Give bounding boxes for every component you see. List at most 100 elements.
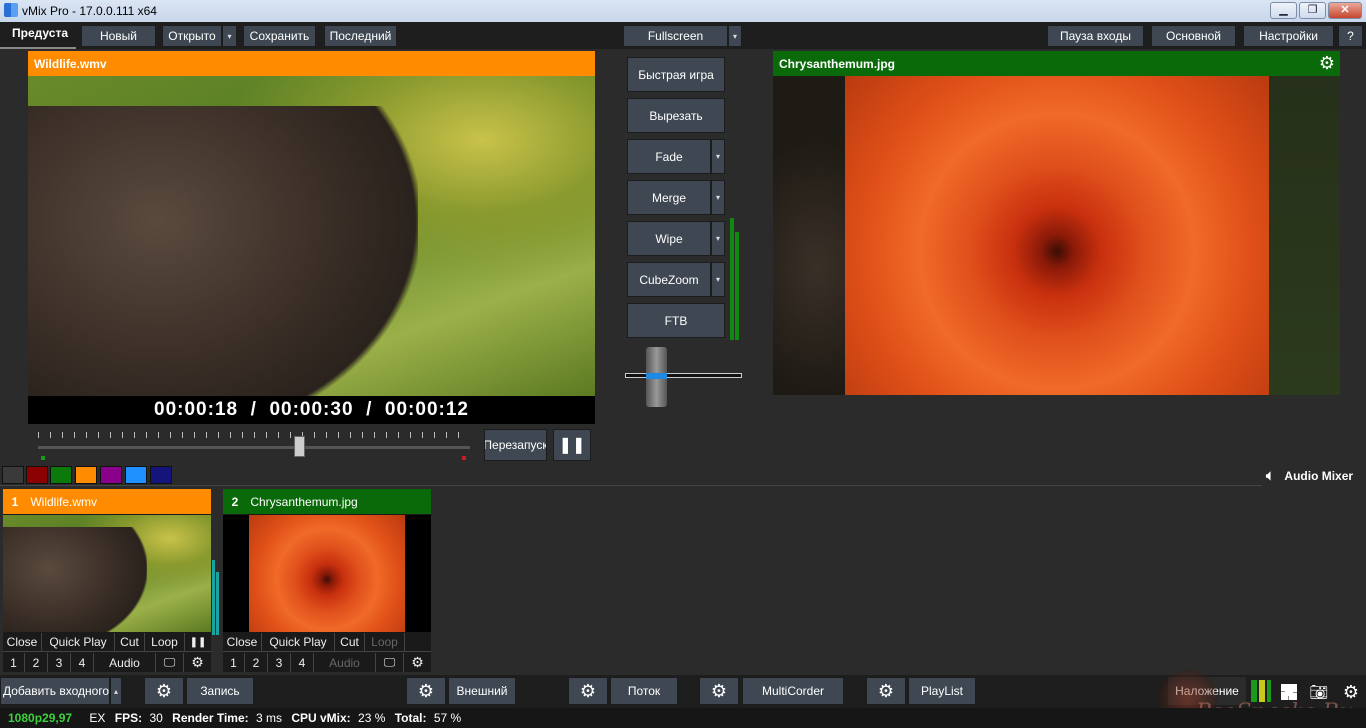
color-tag-blue[interactable]	[125, 466, 147, 484]
input-1-quick-play-button[interactable]: Quick Play	[42, 633, 115, 651]
stream-button[interactable]: Поток	[610, 677, 678, 705]
input-2-empty-slot	[405, 633, 431, 651]
seek-bar[interactable]	[38, 432, 470, 460]
fullscreen-dropdown-icon[interactable]: ▾	[728, 25, 742, 47]
input-2-overlay-1-button[interactable]: 1	[223, 653, 245, 672]
settings-button[interactable]: Настройки	[1243, 25, 1334, 47]
color-tag-purple[interactable]	[100, 466, 122, 484]
input-1-audio-button[interactable]: Audio	[94, 653, 156, 672]
wipe-button[interactable]: Wipe	[627, 221, 711, 256]
playlist-button[interactable]: PlayList	[908, 677, 976, 705]
output-settings-gear-icon[interactable]: ⚙	[1316, 52, 1338, 74]
speaker-icon: 🔈︎	[1266, 467, 1275, 483]
input-2-thumbnail[interactable]	[223, 515, 431, 632]
wipe-dropdown-icon[interactable]: ▾	[711, 221, 725, 256]
input-2-overlay-4-button[interactable]: 4	[291, 653, 314, 672]
restore-button[interactable]: ❐	[1299, 2, 1326, 19]
format-indicator[interactable]: 1080p29,97	[8, 711, 72, 725]
main-button[interactable]: Основной	[1151, 25, 1236, 47]
input-1-overlay-4-button[interactable]: 4	[71, 653, 94, 672]
preview-header: Wildlife.wmv	[28, 51, 595, 76]
input-2-overlay-2-button[interactable]: 2	[245, 653, 268, 672]
seek-track	[38, 446, 470, 449]
in-marker	[41, 456, 45, 460]
input-2-gear-icon[interactable]: ⚙	[404, 653, 431, 672]
input-1-audio-meter-right	[216, 572, 219, 635]
add-input-dropdown-icon[interactable]: ▴	[110, 677, 122, 705]
input-2-header: 2 Chrysanthemum.jpg	[223, 489, 431, 514]
color-tag-none[interactable]	[2, 466, 24, 484]
input-2-quick-play-button[interactable]: Quick Play	[262, 633, 335, 651]
input-2-close-button[interactable]: Close	[223, 633, 262, 651]
save-button[interactable]: Сохранить	[243, 25, 316, 47]
minimize-button[interactable]: ▁	[1270, 2, 1297, 19]
record-button[interactable]: Запись	[186, 677, 254, 705]
merge-button[interactable]: Merge	[627, 180, 711, 215]
fps-value: 30	[149, 711, 163, 725]
new-button[interactable]: Новый	[81, 25, 156, 47]
stream-settings-gear-icon[interactable]: ⚙	[568, 677, 608, 705]
open-dropdown-icon[interactable]: ▾	[222, 25, 237, 47]
pause-inputs-button[interactable]: Пауза входы	[1047, 25, 1144, 47]
external-button[interactable]: Внешний	[448, 677, 516, 705]
title-bar: vMix Pro - 17.0.0.111 x64 ▁ ❐ ✕	[0, 0, 1366, 22]
cubezoom-button[interactable]: CubeZoom	[627, 262, 711, 297]
input-1-overlay-1-button[interactable]: 1	[3, 653, 25, 672]
input-1-thumbnail[interactable]	[3, 515, 211, 632]
fullscreen-button[interactable]: Fullscreen	[623, 25, 728, 47]
ftb-button[interactable]: FTB	[627, 303, 725, 338]
restart-button[interactable]: Перезапуск	[484, 429, 547, 461]
multicorder-settings-gear-icon[interactable]: ⚙	[699, 677, 739, 705]
input-2-overlay-3-button[interactable]: 3	[268, 653, 291, 672]
input-2-cut-button[interactable]: Cut	[335, 633, 365, 651]
status-bar: 1080p29,97 EX FPS: 30 Render Time: 3 ms …	[0, 708, 1366, 728]
input-1-pause-button[interactable]: ❚❚	[185, 633, 211, 651]
cpu-label: CPU vMix:	[291, 711, 351, 725]
help-button[interactable]: ?	[1338, 25, 1363, 47]
close-button[interactable]: ✕	[1328, 2, 1362, 19]
multiview-grid-icon[interactable]	[1279, 682, 1299, 702]
quick-play-button[interactable]: Быстрая игра	[627, 57, 725, 92]
input-1-monitor-icon[interactable]: 🖵︎	[156, 653, 184, 672]
input-2-audio-button[interactable]: Audio	[314, 653, 376, 672]
input-1-overlay-2-button[interactable]: 2	[25, 653, 48, 672]
color-tag-navy[interactable]	[150, 466, 172, 484]
input-card-2[interactable]: 2 Chrysanthemum.jpg Close Quick Play Cut…	[223, 489, 431, 672]
color-tag-red[interactable]	[26, 466, 48, 484]
multicorder-button[interactable]: MultiCorder	[742, 677, 844, 705]
playlist-settings-gear-icon[interactable]: ⚙	[866, 677, 906, 705]
input-2-loop-button[interactable]: Loop	[365, 633, 405, 651]
fade-button[interactable]: Fade	[627, 139, 711, 174]
input-1-loop-button[interactable]: Loop	[145, 633, 185, 651]
fade-dropdown-icon[interactable]: ▾	[711, 139, 725, 174]
merge-dropdown-icon[interactable]: ▾	[711, 180, 725, 215]
timecode: 00:00:18 / 00:00:30 / 00:00:12	[154, 399, 469, 420]
cubezoom-dropdown-icon[interactable]: ▾	[711, 262, 725, 297]
input-1-overlay-3-button[interactable]: 3	[48, 653, 71, 672]
input-1-cut-button[interactable]: Cut	[115, 633, 145, 651]
tab-preview[interactable]: Предуста	[0, 22, 76, 49]
audio-mixer-button[interactable]: 🔈︎ Audio Mixer	[1262, 465, 1366, 486]
render-value: 3 ms	[255, 711, 282, 725]
input-1-gear-icon[interactable]: ⚙	[184, 653, 211, 672]
output-video[interactable]	[773, 76, 1340, 395]
render-label: Render Time:	[172, 711, 249, 725]
input-2-monitor-icon[interactable]: 🖵︎	[376, 653, 404, 672]
input-1-close-button[interactable]: Close	[3, 633, 42, 651]
tbar-indicator	[646, 373, 667, 379]
color-tag-orange[interactable]	[75, 466, 97, 484]
color-tag-green[interactable]	[50, 466, 72, 484]
seek-handle[interactable]	[294, 436, 305, 457]
record-settings-gear-icon[interactable]: ⚙	[144, 677, 184, 705]
pause-button[interactable]: ❚❚	[553, 429, 591, 461]
add-input-button[interactable]: Добавить входного	[0, 677, 110, 705]
groundhog-image	[28, 106, 418, 396]
recent-button[interactable]: Последний	[324, 25, 397, 47]
color-tags-bar	[0, 464, 1366, 486]
open-button[interactable]: Открыто	[162, 25, 222, 47]
external-settings-gear-icon[interactable]: ⚙	[406, 677, 446, 705]
level-meter-icon	[1251, 680, 1271, 702]
preview-video[interactable]	[28, 76, 595, 396]
cut-button[interactable]: Вырезать	[627, 98, 725, 133]
input-card-1[interactable]: 1 Wildlife.wmv Close Quick Play Cut Loop…	[3, 489, 211, 672]
